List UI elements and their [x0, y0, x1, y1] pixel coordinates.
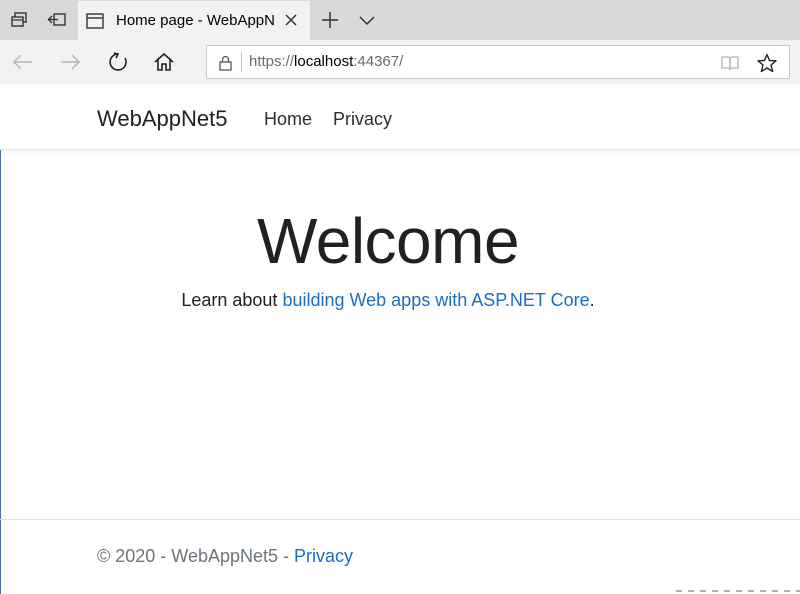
chevron-down-icon[interactable]: [348, 0, 386, 40]
back-arrow-icon[interactable]: [4, 44, 42, 80]
star-icon[interactable]: [755, 51, 779, 75]
address-bar[interactable]: https://localhost:44367/: [206, 45, 790, 79]
intro-prefix: Learn about: [181, 290, 283, 310]
tab-home-page[interactable]: Home page - WebAppNet5: [78, 1, 310, 40]
close-icon[interactable]: [282, 11, 300, 29]
footer-copyright: © 2020 - WebAppNet5 -: [97, 546, 295, 566]
tabs-aside-icon[interactable]: [0, 0, 38, 40]
intro-text: Learn about building Web apps with ASP.N…: [0, 290, 776, 311]
page-title: Welcome: [256, 205, 520, 277]
status-indicator: [676, 590, 800, 592]
tab-bar: Home page - WebAppNet5: [0, 0, 800, 40]
url-text[interactable]: https://localhost:44367/: [249, 53, 403, 70]
brand-link[interactable]: WebAppNet5: [97, 106, 227, 132]
footer-privacy-link[interactable]: Privacy: [294, 546, 353, 566]
nav-home-link[interactable]: Home: [264, 109, 312, 130]
forward-arrow-icon[interactable]: [51, 44, 89, 80]
intro-suffix: .: [589, 290, 595, 310]
lock-icon[interactable]: [217, 54, 233, 72]
site-header: WebAppNet5 Home Privacy: [0, 84, 800, 150]
browser-toolbar: https://localhost:44367/: [0, 40, 800, 84]
tab-title: Home page - WebAppNet5: [116, 12, 274, 29]
address-separator: [241, 52, 242, 72]
refresh-icon[interactable]: [99, 44, 137, 80]
home-icon[interactable]: [145, 44, 183, 80]
url-port-path: :44367/: [353, 53, 404, 70]
window-edge: [0, 84, 1, 594]
url-scheme: https://: [249, 53, 295, 70]
plus-icon[interactable]: [311, 0, 349, 40]
footer-divider: [0, 519, 800, 520]
aspnet-docs-link[interactable]: building Web apps with ASP.NET Core: [282, 290, 589, 310]
url-host: localhost: [294, 53, 354, 70]
site-footer: © 2020 - WebAppNet5 - Privacy: [97, 546, 353, 567]
set-tabs-aside-icon[interactable]: [38, 0, 76, 40]
nav-privacy-link[interactable]: Privacy: [333, 109, 392, 130]
reading-view-icon[interactable]: [719, 52, 741, 74]
page-icon: [86, 12, 104, 30]
